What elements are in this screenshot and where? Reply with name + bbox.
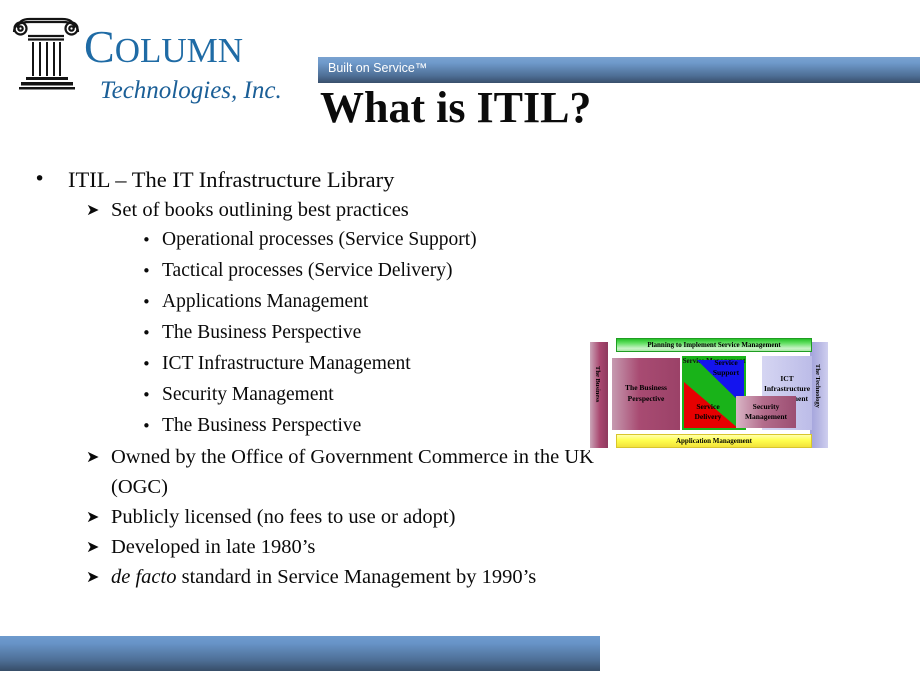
dot-glyph: • (142, 324, 151, 342)
bullet-text: de facto standard in Service Management … (111, 562, 594, 592)
bullet-item: • Operational processes (Service Support) (142, 225, 594, 256)
dot-bullet-icon: • (142, 287, 162, 318)
dot-bullet-icon: • (142, 411, 162, 442)
arrow-bullet-icon: ➤ (86, 195, 111, 225)
bullet-item: • The Business Perspective (142, 411, 594, 442)
diagram-planning-bar: Planning to Implement Service Management (616, 338, 812, 352)
bullet-italic-lead: de facto (111, 566, 177, 588)
dot-bullet-icon: • (142, 256, 162, 287)
diagram-business-perspective-label: The Business Perspective (625, 383, 667, 403)
bullet-text: The Business Perspective (162, 322, 362, 343)
bullet-item: • ITIL – The IT Infrastructure Library (34, 164, 594, 195)
diagram-application-management-bar: Application Management (616, 434, 812, 448)
bullet-item: • Security Management (142, 380, 594, 411)
dot-bullet-icon: • (142, 349, 162, 380)
bullet-item: • The Business Perspective (142, 318, 594, 349)
diagram-application-management-label: Application Management (675, 437, 753, 445)
page-title: What is ITIL? (320, 83, 592, 132)
dot-glyph: • (142, 386, 151, 404)
bullet-item: • Tactical processes (Service Delivery) (142, 256, 594, 287)
bullet-text: Tactical processes (Service Delivery) (162, 260, 453, 281)
logo-wordmark: COLUMN Technologies, Inc. (84, 24, 304, 114)
logo-main-text: COLUMN (84, 21, 244, 72)
bullet-text: Owned by the Office of Government Commer… (111, 446, 594, 498)
bullet-item: ➤ de facto standard in Service Management… (86, 562, 594, 592)
arrow-bullet-icon: ➤ (86, 502, 111, 532)
diagram-planning-label: Planning to Implement Service Management (647, 341, 781, 349)
dot-glyph: • (142, 355, 151, 373)
diagram-technology-band: The Technology (810, 342, 828, 448)
header-banner: Built on Service™ (318, 57, 920, 83)
diagram-left-vertical-label: The Business (594, 366, 601, 403)
bullet-text: Security Management (162, 384, 334, 405)
arrow-glyph: ➤ (86, 567, 100, 586)
bullet-text: The Business Perspective (162, 415, 362, 436)
diagram-service-delivery-label: Service Delivery (694, 402, 722, 421)
bullet-text: Operational processes (Service Support) (162, 229, 477, 250)
slide-body: • ITIL – The IT Infrastructure Library ➤ Se… (34, 164, 594, 592)
diagram-business-perspective-box: The Business Perspective (612, 358, 680, 430)
dot-glyph: • (142, 293, 151, 311)
bullet-text: Applications Management (162, 291, 369, 312)
dot-glyph: • (142, 231, 151, 249)
dot-bullet-icon: • (34, 164, 68, 195)
bullet-item: • Applications Management (142, 287, 594, 318)
arrow-glyph: ➤ (86, 447, 100, 466)
bullet-text: ITIL – The IT Infrastructure Library (68, 167, 395, 192)
logo-sub-text: Technologies, Inc. (100, 77, 282, 104)
arrow-bullet-icon: ➤ (86, 442, 111, 472)
footer-banner (0, 636, 600, 671)
itil-framework-diagram: The Business The Technology Planning to … (590, 338, 828, 452)
bullet-text: Developed in late 1980’s (111, 536, 316, 558)
diagram-right-vertical-label: The Technology (814, 364, 821, 408)
dot-bullet-icon: • (142, 380, 162, 411)
bullet-text-rest: standard in Service Management by 1990’s (176, 566, 537, 588)
bullet-item: ➤ Set of books outlining best practices (86, 195, 594, 225)
tagline-text: Built on Service™ (328, 61, 428, 75)
arrow-glyph: ➤ (86, 507, 100, 526)
dot-glyph: • (142, 417, 151, 435)
diagram-security-label: Security Management (744, 402, 788, 421)
bullet-item: ➤ Publicly licensed (no fees to use or ad… (86, 502, 594, 532)
bullet-text: Set of books outlining best practices (111, 199, 409, 221)
dot-glyph: • (34, 168, 46, 190)
dot-glyph: • (142, 262, 151, 280)
bullet-item: ➤ Developed in late 1980’s (86, 532, 594, 562)
bullet-item: ➤ Owned by the Office of Government Comme… (86, 442, 594, 502)
arrow-glyph: ➤ (86, 537, 100, 556)
company-logo: COLUMN Technologies, Inc. (8, 10, 308, 120)
arrow-glyph: ➤ (86, 200, 100, 219)
bullet-text: ICT Infrastructure Management (162, 353, 411, 374)
arrow-bullet-icon: ➤ (86, 562, 111, 592)
bullet-item: • ICT Infrastructure Management (142, 349, 594, 380)
bullet-text: Publicly licensed (no fees to use or ado… (111, 506, 456, 528)
ionic-column-icon (10, 14, 82, 100)
arrow-bullet-icon: ➤ (86, 532, 111, 562)
diagram-business-band: The Business (590, 342, 608, 448)
diagram-service-support-label: Service Support (712, 358, 740, 377)
dot-bullet-icon: • (142, 225, 162, 256)
diagram-security-management-box: Security Management (736, 396, 796, 428)
dot-bullet-icon: • (142, 318, 162, 349)
